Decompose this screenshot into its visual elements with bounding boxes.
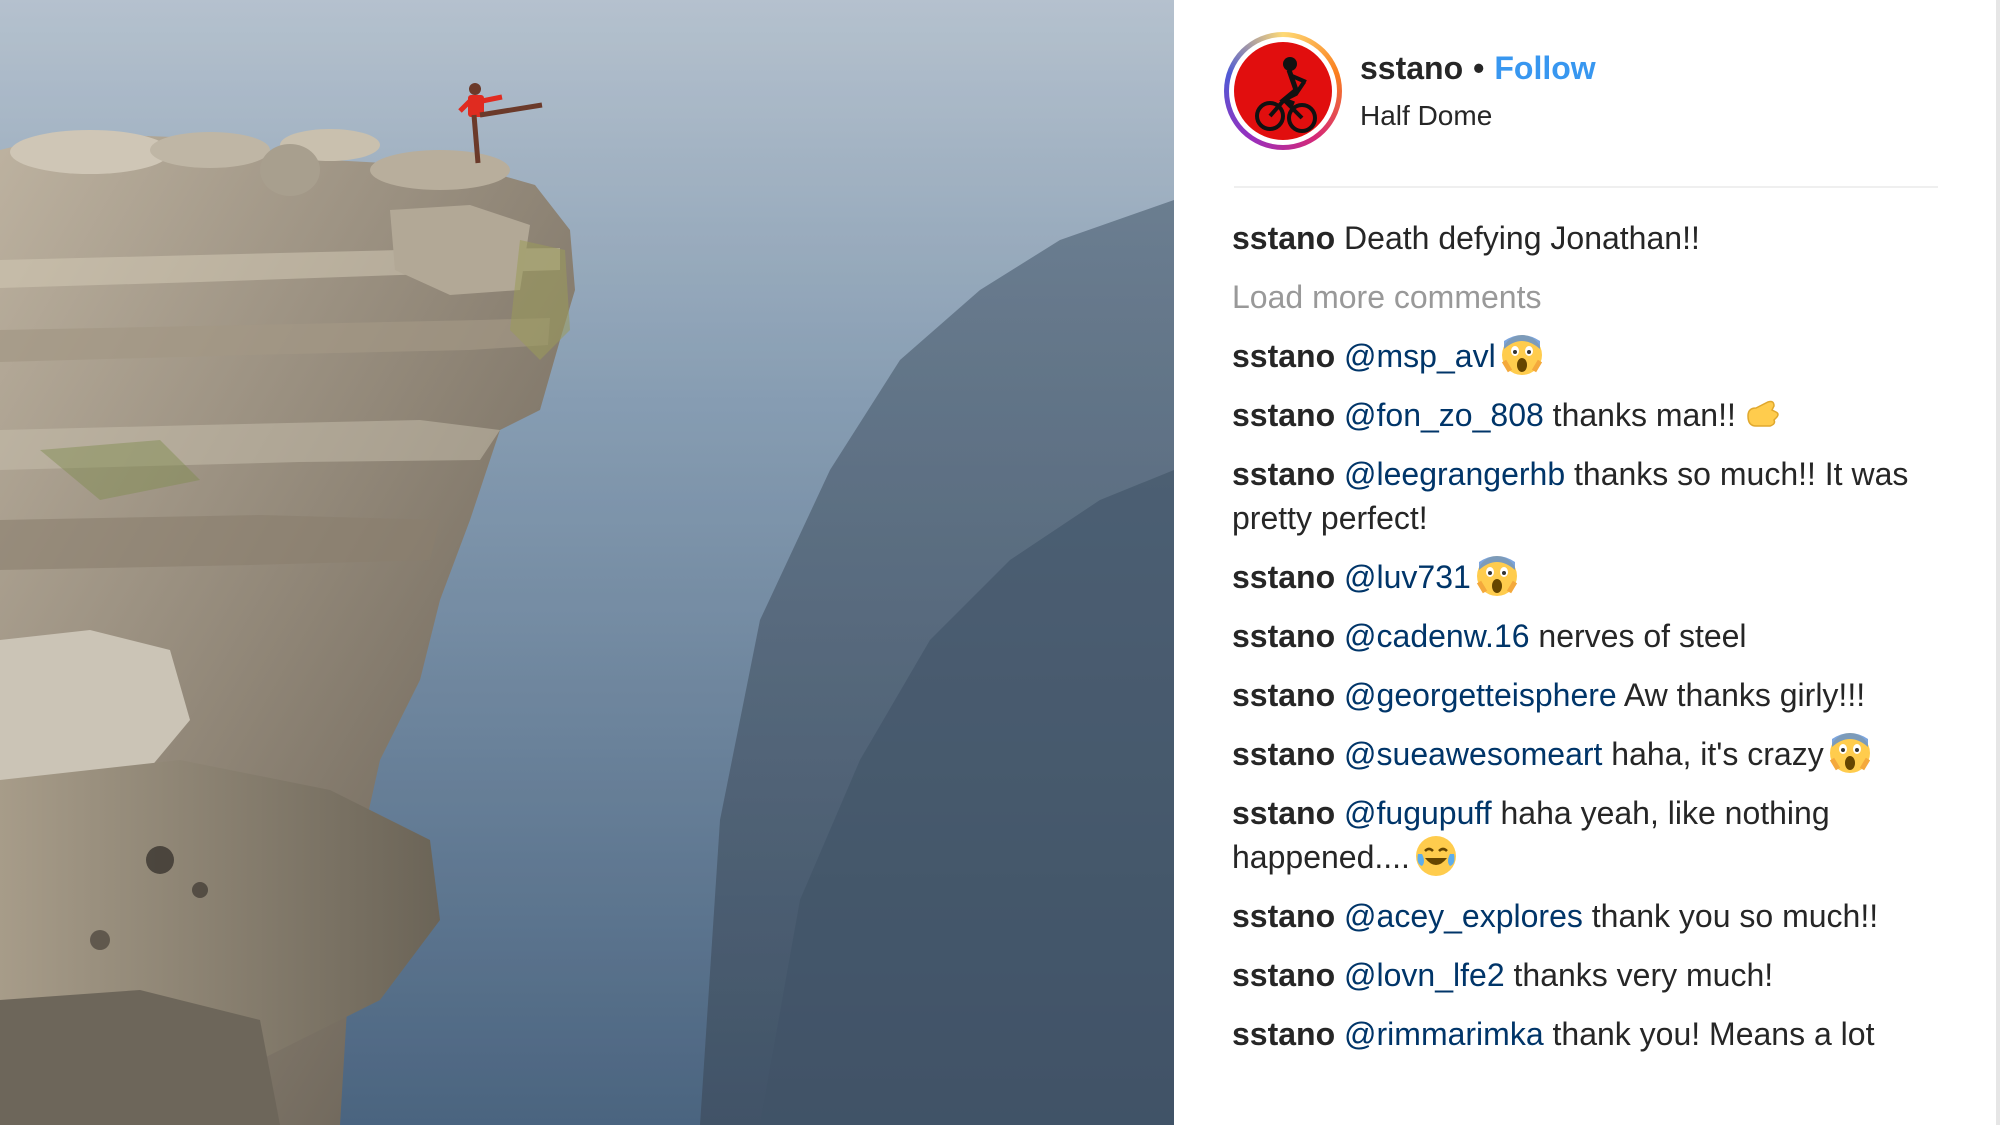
comment-username[interactable]: sstano bbox=[1232, 795, 1335, 831]
comment-username[interactable]: sstano bbox=[1232, 677, 1335, 713]
load-more-comments-button[interactable]: Load more comments bbox=[1232, 275, 1952, 319]
cliff-photo-illustration bbox=[0, 0, 1174, 1125]
comment-mention[interactable]: @fugupuff bbox=[1344, 795, 1492, 831]
comment-mention[interactable]: @acey_explores bbox=[1344, 898, 1583, 934]
post-photo[interactable] bbox=[0, 0, 1174, 1125]
comment-mention[interactable]: @msp_avl bbox=[1344, 338, 1496, 374]
comment-mention[interactable]: @fon_zo_808 bbox=[1344, 397, 1544, 433]
comment-row: sstano @leegrangerhb thanks so much!! It… bbox=[1232, 452, 1952, 540]
comment-row: sstano @georgetteisphere Aw thanks girly… bbox=[1232, 673, 1952, 717]
comments-list: sstano Death defying Jonathan!! Load mor… bbox=[1232, 216, 1952, 1071]
comment-text: Aw thanks girly!!! bbox=[1623, 677, 1866, 713]
comment-mention[interactable]: @luv731 bbox=[1344, 559, 1471, 595]
call-me-hand-emoji bbox=[1742, 394, 1782, 434]
comment-text: haha, it's crazy bbox=[1611, 736, 1824, 772]
comment-mention[interactable]: @georgetteisphere bbox=[1344, 677, 1617, 713]
follow-button[interactable]: Follow bbox=[1494, 50, 1595, 86]
post-header: sstano • Follow Half Dome bbox=[1224, 32, 1944, 152]
comment-row: sstano @rimmarimka thank you! Means a lo… bbox=[1232, 1012, 1952, 1056]
post-location[interactable]: Half Dome bbox=[1360, 100, 1492, 132]
mountain-biker-icon bbox=[1255, 57, 1317, 133]
post-username[interactable]: sstano bbox=[1360, 50, 1463, 86]
caption-username[interactable]: sstano bbox=[1232, 220, 1335, 256]
caption-text: Death defying Jonathan!! bbox=[1344, 220, 1700, 256]
comment-row: sstano @sueawesomeart haha, it's crazy bbox=[1232, 732, 1952, 776]
avatar[interactable] bbox=[1234, 42, 1332, 140]
comment-row: sstano @luv731 bbox=[1232, 555, 1952, 599]
username-line: sstano • Follow bbox=[1360, 50, 1596, 87]
comment-username[interactable]: sstano bbox=[1232, 559, 1335, 595]
comment-row: sstano @fugupuff haha yeah, like nothing… bbox=[1232, 791, 1952, 879]
comment-username[interactable]: sstano bbox=[1232, 397, 1335, 433]
story-ring[interactable] bbox=[1224, 32, 1342, 150]
header-divider bbox=[1234, 186, 1938, 188]
scream-emoji bbox=[1829, 733, 1870, 773]
comment-mention[interactable]: @cadenw.16 bbox=[1344, 618, 1530, 654]
separator-dot: • bbox=[1473, 50, 1485, 86]
scrollbar[interactable] bbox=[1996, 0, 2000, 1125]
comment-username[interactable]: sstano bbox=[1232, 338, 1335, 374]
comment-mention[interactable]: @sueawesomeart bbox=[1344, 736, 1602, 772]
comment-text: nerves of steel bbox=[1538, 618, 1747, 654]
comment-username[interactable]: sstano bbox=[1232, 736, 1335, 772]
comment-username[interactable]: sstano bbox=[1232, 898, 1335, 934]
scream-emoji bbox=[1501, 335, 1542, 375]
comment-row: sstano @lovn_lfe2 thanks very much! bbox=[1232, 953, 1952, 997]
comment-mention[interactable]: @leegrangerhb bbox=[1344, 456, 1565, 492]
caption: sstano Death defying Jonathan!! bbox=[1232, 216, 1952, 260]
post-details-panel: sstano • Follow Half Dome sstano Death def… bbox=[1174, 0, 2000, 1125]
comment-mention[interactable]: @lovn_lfe2 bbox=[1344, 957, 1505, 993]
scream-emoji bbox=[1476, 556, 1517, 596]
comment-text: thanks man!! bbox=[1552, 397, 1736, 433]
comment-row: sstano @acey_explores thank you so much!… bbox=[1232, 894, 1952, 938]
comment-row: sstano @msp_avl bbox=[1232, 334, 1952, 378]
comment-row: sstano @fon_zo_808 thanks man!! bbox=[1232, 393, 1952, 437]
comment-mention[interactable]: @rimmarimka bbox=[1344, 1016, 1544, 1052]
comment-text: thank you so much!! bbox=[1591, 898, 1879, 934]
comment-username[interactable]: sstano bbox=[1232, 1016, 1335, 1052]
tears-of-joy-emoji bbox=[1415, 836, 1456, 876]
comment-username[interactable]: sstano bbox=[1232, 456, 1335, 492]
comment-row: sstano @cadenw.16 nerves of steel bbox=[1232, 614, 1952, 658]
comment-text: thank you! Means a lot bbox=[1552, 1016, 1875, 1052]
comment-username[interactable]: sstano bbox=[1232, 957, 1335, 993]
comment-text: thanks very much! bbox=[1513, 957, 1774, 993]
comment-username[interactable]: sstano bbox=[1232, 618, 1335, 654]
